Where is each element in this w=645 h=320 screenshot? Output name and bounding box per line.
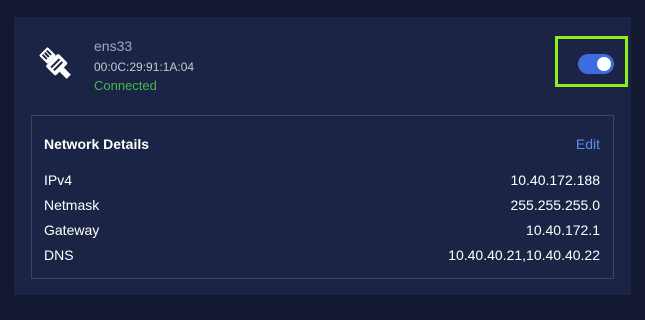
edit-button[interactable]: Edit: [576, 136, 600, 152]
adapter-status: Connected: [94, 78, 157, 93]
detail-label: Netmask: [44, 197, 100, 213]
detail-row-gateway: Gateway 10.40.172.1: [44, 220, 600, 240]
adapter-mac-address: 00:0C:29:91:1A:04: [94, 60, 195, 74]
detail-value: 10.40.40.21,10.40.40.22: [448, 247, 600, 263]
detail-label: DNS: [44, 247, 74, 263]
network-details-panel: Network Details Edit IPv4 10.40.172.188 …: [31, 115, 614, 279]
detail-value: 10.40.172.1: [526, 222, 600, 238]
detail-row-dns: DNS 10.40.40.21,10.40.40.22: [44, 245, 600, 265]
detail-label: Gateway: [44, 222, 100, 238]
detail-row-netmask: Netmask 255.255.255.0: [44, 195, 600, 215]
adapter-enable-toggle[interactable]: [578, 54, 614, 74]
detail-label: IPv4: [44, 172, 73, 188]
toggle-knob[interactable]: [597, 57, 611, 71]
detail-value: 10.40.172.188: [510, 172, 600, 188]
adapter-name: ens33: [94, 38, 133, 54]
detail-value: 255.255.255.0: [510, 197, 600, 213]
detail-row-ipv4: IPv4 10.40.172.188: [44, 170, 600, 190]
network-adapter-card: ens33 00:0C:29:91:1A:04 Connected Networ…: [14, 17, 631, 295]
ethernet-plug-icon: [36, 44, 76, 84]
network-details-title: Network Details: [44, 136, 150, 152]
